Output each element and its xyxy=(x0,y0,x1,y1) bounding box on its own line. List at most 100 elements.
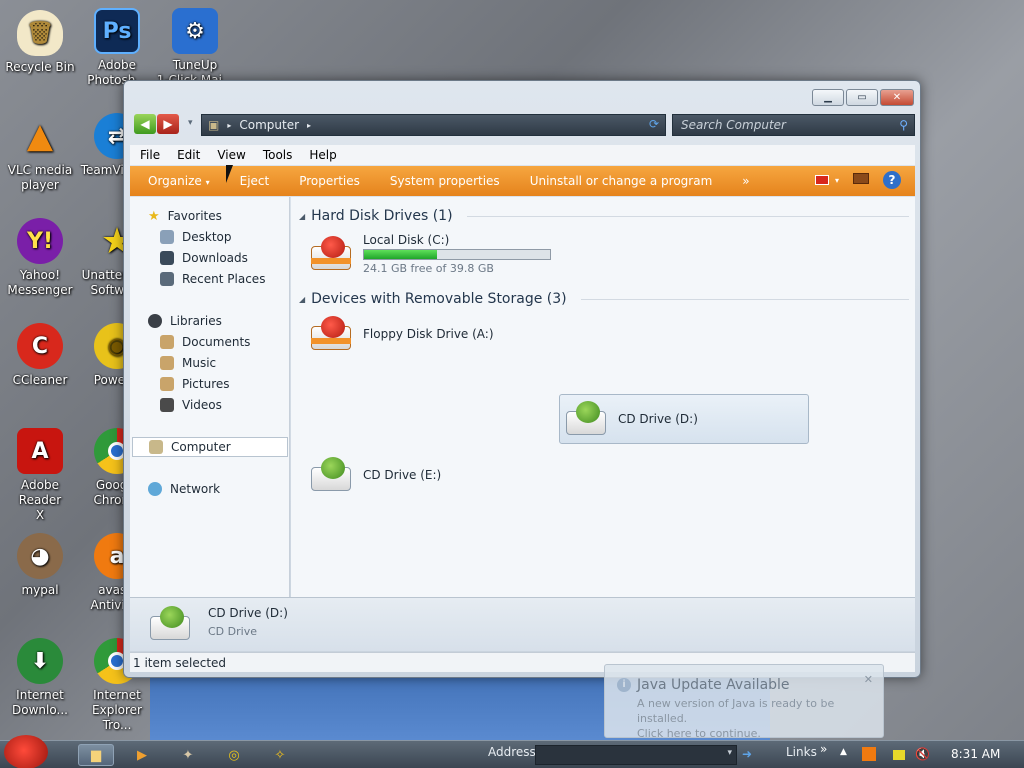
recent-pages-dropdown[interactable]: ▾ xyxy=(188,118,193,128)
drive-free-space: 24.1 GB free of 39.8 GB xyxy=(363,262,494,275)
nav-documents[interactable]: Documents xyxy=(160,332,250,352)
desktop-icon-recycle-bin[interactable]: 🗑 Recycle Bin xyxy=(0,10,80,75)
group-removable-storage[interactable]: ◢ Devices with Removable Storage (3) xyxy=(299,289,909,309)
address-bar[interactable]: ▣ ▸ Computer ▸ ⟳ xyxy=(201,114,666,136)
forward-button[interactable]: ▶ xyxy=(157,114,179,134)
media-player-icon: ▶ xyxy=(137,747,147,763)
organize-button[interactable]: Organize ▾ xyxy=(148,174,210,188)
back-button[interactable]: ◀ xyxy=(134,114,156,134)
go-icon[interactable]: ➜ xyxy=(742,747,752,761)
desktop-icon-label: Yahoo! xyxy=(19,268,61,282)
drive-cd-e[interactable]: CD Drive (E:) xyxy=(309,450,559,500)
properties-button[interactable]: Properties xyxy=(299,174,360,188)
chevron-down-icon: ▾ xyxy=(834,175,839,185)
organize-label: Organize xyxy=(148,174,202,188)
nav-downloads[interactable]: Downloads xyxy=(160,248,248,268)
nav-network[interactable]: Network xyxy=(148,479,220,499)
menu-edit[interactable]: Edit xyxy=(177,148,200,162)
nav-buttons: ◀ ▶ xyxy=(134,114,179,134)
desktop-icon-label: Internet xyxy=(93,688,141,702)
drive-local-disk-c[interactable]: Local Disk (C:) 24.1 GB free of 39.8 GB xyxy=(309,229,609,279)
notification-title: Java Update Available xyxy=(637,677,790,693)
desktop-icon-photoshop[interactable]: Ps Adobe Photosh... xyxy=(77,8,157,88)
drive-name: Local Disk (C:) xyxy=(363,233,450,247)
drive-cd-d[interactable]: CD Drive (D:) xyxy=(559,394,809,444)
close-button[interactable]: ✕ xyxy=(880,89,914,106)
help-icon[interactable]: ? xyxy=(883,171,901,189)
taskbar-explorer[interactable]: ▆ xyxy=(78,744,114,766)
nav-libraries[interactable]: Libraries xyxy=(148,311,222,331)
uninstall-program-button[interactable]: Uninstall or change a program xyxy=(530,174,713,188)
group-label: Hard Disk Drives (1) xyxy=(311,208,453,224)
menu-tools[interactable]: Tools xyxy=(263,148,293,162)
desktop-icon-tuneup[interactable]: ⚙ TuneUp 1-Click Mai... xyxy=(155,8,235,88)
desktop-icon-label: Explorer Tro... xyxy=(92,703,142,732)
desktop-icon-yahoo-messenger[interactable]: Y! Yahoo! Messenger xyxy=(0,218,80,298)
drive-floppy-a-item[interactable]: Floppy Disk Drive (A:) xyxy=(309,309,559,359)
taskbar-app-2[interactable]: ✧ xyxy=(262,744,298,766)
taskbar-app[interactable]: ✦ xyxy=(170,744,206,766)
show-hidden-icons-icon[interactable]: ▲ xyxy=(840,747,847,757)
start-button[interactable] xyxy=(4,735,48,768)
chrome-icon: ◎ xyxy=(228,747,240,763)
clock[interactable]: 8:31 AM xyxy=(951,747,1000,761)
taskbar: ▆ ▶ ✦ ◎ ✧ Address ▾ ➜ Links » ▲ 🔇 8:31 A… xyxy=(0,735,1024,768)
desktop-icon-vlc[interactable]: ▲ VLC media player xyxy=(0,113,80,193)
menu-view[interactable]: View xyxy=(217,148,245,162)
nav-computer[interactable]: Computer xyxy=(132,437,288,457)
nav-recent-places[interactable]: Recent Places xyxy=(160,269,265,289)
eject-button[interactable]: Eject xyxy=(240,174,270,188)
taskbar-media-player[interactable]: ▶ xyxy=(124,744,160,766)
flag-tray-icon[interactable] xyxy=(893,750,905,760)
nav-pictures[interactable]: Pictures xyxy=(160,374,230,394)
maximize-button[interactable]: ▭ xyxy=(846,89,878,106)
capacity-bar xyxy=(363,249,551,260)
nav-desktop[interactable]: Desktop xyxy=(160,227,232,247)
desktop-icon-label: CCleaner xyxy=(12,373,68,387)
minimize-button[interactable]: ▁ xyxy=(812,89,844,106)
system-properties-button[interactable]: System properties xyxy=(390,174,500,188)
preview-pane-button[interactable] xyxy=(853,173,869,187)
more-commands-button[interactable]: » xyxy=(742,174,749,188)
breadcrumb-separator[interactable]: ▸ xyxy=(307,121,311,130)
refresh-icon[interactable]: ⟳ xyxy=(645,117,663,133)
desktop-icon-mypal[interactable]: ◕ mypal xyxy=(0,533,80,598)
mouse-cursor-icon xyxy=(226,165,233,183)
collapse-icon: ◢ xyxy=(299,294,306,304)
title-bar[interactable]: ▁ ▭ ✕ xyxy=(124,81,920,111)
nav-videos[interactable]: Videos xyxy=(160,395,222,415)
recent-places-icon xyxy=(160,272,174,286)
menu-file[interactable]: File xyxy=(140,148,160,162)
app-icon: ✧ xyxy=(274,747,286,763)
java-tray-icon[interactable] xyxy=(862,747,876,761)
libraries-icon xyxy=(148,314,162,328)
group-hard-disk-drives[interactable]: ◢ Hard Disk Drives (1) xyxy=(299,206,909,226)
menu-help[interactable]: Help xyxy=(309,148,336,162)
cd-drive-icon xyxy=(309,455,355,495)
desktop-icon-internet-download-manager[interactable]: ⬇ Internet Downlo... xyxy=(0,638,80,718)
adobe-reader-icon: A xyxy=(17,428,63,474)
java-update-notification[interactable]: i ✕ Java Update Available A new version … xyxy=(604,664,884,740)
breadcrumb-computer[interactable]: Computer xyxy=(239,118,299,132)
desktop-icon-ccleaner[interactable]: C CCleaner xyxy=(0,323,80,388)
nav-music[interactable]: Music xyxy=(160,353,216,373)
close-icon[interactable]: ✕ xyxy=(864,673,873,686)
links-chevron-icon[interactable]: » xyxy=(820,742,827,756)
floppy-drive-icon xyxy=(309,314,355,354)
desktop-icon-adobe-reader[interactable]: A Adobe Reader X xyxy=(0,428,80,523)
nav-label: Videos xyxy=(182,398,222,412)
search-icon[interactable]: ⚲ xyxy=(899,118,908,132)
nav-favorites[interactable]: ★ Favorites xyxy=(148,206,222,226)
links-toolbar-label[interactable]: Links xyxy=(786,745,817,759)
chevron-down-icon[interactable]: ▾ xyxy=(727,748,732,758)
breadcrumb-separator[interactable]: ▸ xyxy=(227,121,231,130)
taskbar-chrome[interactable]: ◎ xyxy=(216,744,252,766)
notification-line: Click here to continue. xyxy=(637,727,761,740)
change-view-button[interactable]: ▾ xyxy=(814,175,839,185)
network-icon xyxy=(148,482,162,496)
nav-label: Desktop xyxy=(182,230,232,244)
address-toolbar-input[interactable]: ▾ xyxy=(535,745,737,765)
volume-muted-icon[interactable]: 🔇 xyxy=(915,747,930,761)
view-icon xyxy=(814,175,829,185)
search-input[interactable]: Search Computer ⚲ xyxy=(672,114,915,136)
